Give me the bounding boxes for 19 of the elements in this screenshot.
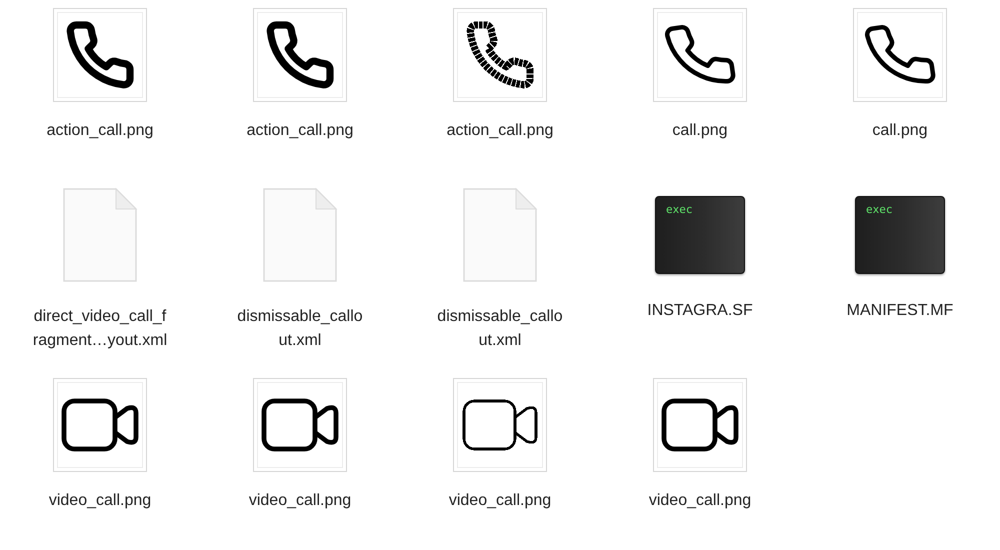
file-name[interactable]: video_call.png	[248, 489, 352, 513]
file-name[interactable]: video_call.png	[48, 489, 152, 513]
document-icon	[262, 187, 338, 283]
document-icon	[62, 187, 138, 283]
exec-label: exec	[666, 203, 692, 216]
file-name[interactable]: dismissable_callo ut.xml	[437, 305, 563, 353]
file-name[interactable]: video_call.png	[448, 489, 552, 513]
file-name[interactable]: action_call.png	[46, 119, 154, 143]
file-name[interactable]: action_call.png	[246, 119, 354, 143]
file-name[interactable]: MANIFEST.MF	[846, 299, 954, 323]
file-name[interactable]: call.png	[872, 119, 928, 143]
file-name[interactable]: direct_video_call_f ragment…yout.xml	[32, 305, 168, 353]
file-name[interactable]: call.png	[672, 119, 728, 143]
exec-label: exec	[866, 203, 892, 216]
file-name[interactable]: action_call.png	[446, 119, 554, 143]
file-name[interactable]: video_call.png	[648, 489, 752, 513]
file-name[interactable]: dismissable_callo ut.xml	[237, 305, 363, 353]
document-icon	[462, 187, 538, 283]
file-name[interactable]: INSTAGRA.SF	[647, 299, 753, 323]
